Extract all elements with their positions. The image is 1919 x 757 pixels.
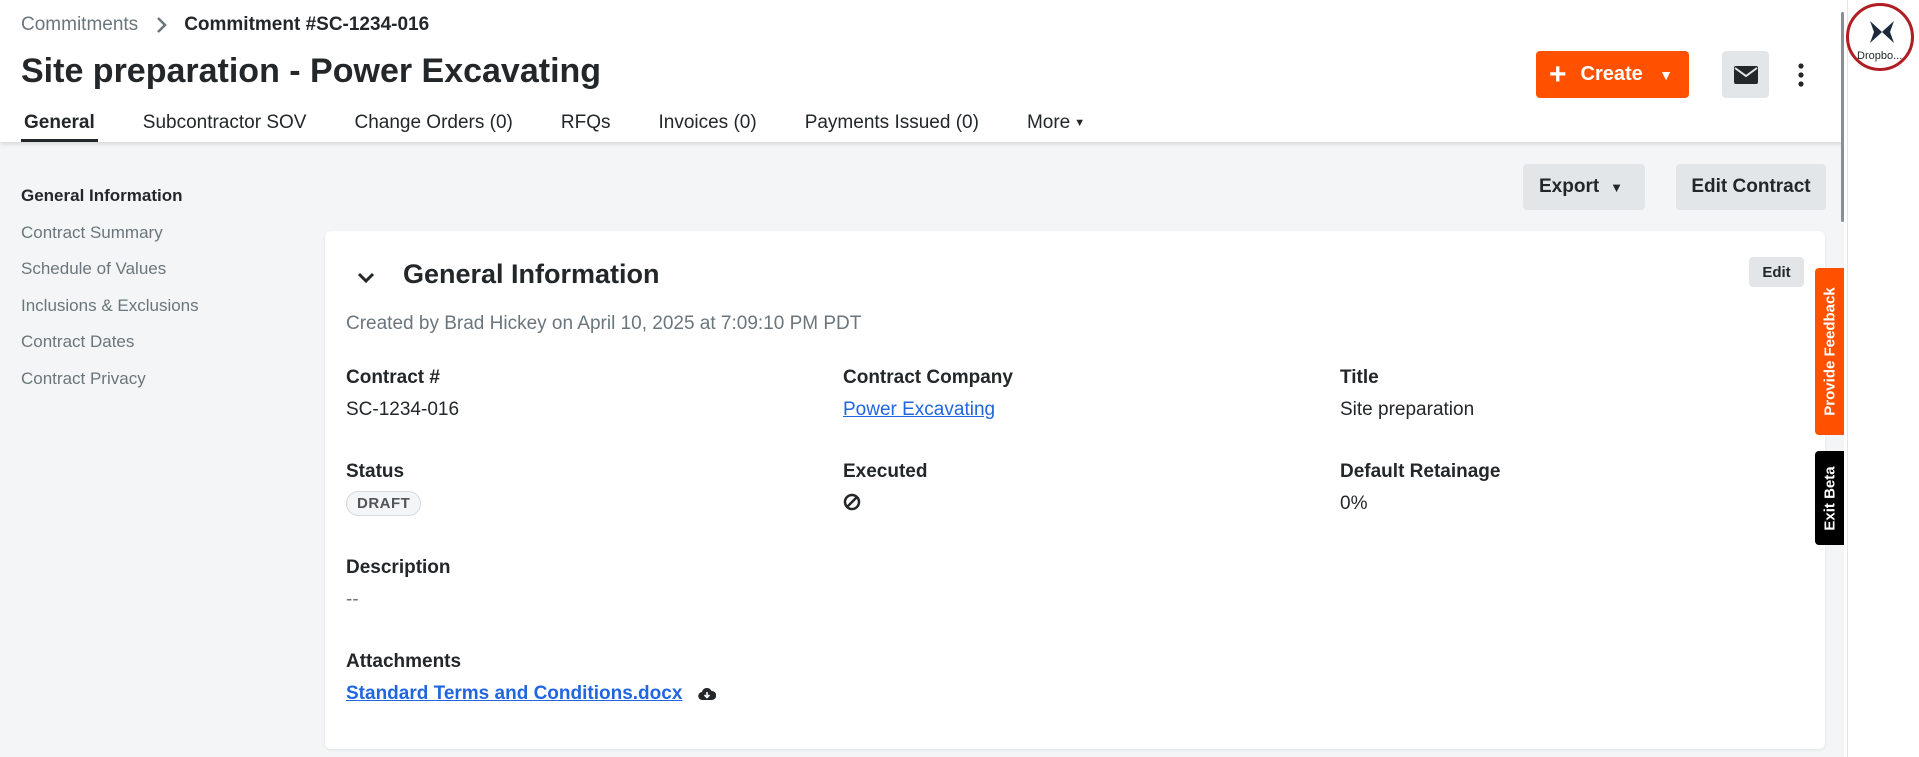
tab-payments-issued[interactable]: Payments Issued (0) [802,110,982,142]
dropbox-logo-icon [1870,21,1894,43]
sidebar-item-contract-dates[interactable]: Contract Dates [21,332,199,369]
title-field: Title Site preparation [1340,367,1474,421]
tab-subcontractor-sov[interactable]: Subcontractor SOV [140,110,310,142]
field-label: Contract Company [843,367,1013,388]
tab-more-label: More [1026,112,1071,133]
description-field: Description -- [346,557,451,611]
create-button-label: Create [1580,63,1643,85]
caret-down-icon: ▼ [1610,179,1623,195]
dropbox-extension-label: Dropbo... [1857,50,1903,62]
page-header: Commitments Commitment #SC-1234-016 Site… [0,0,1844,142]
contract-company-link[interactable]: Power Excavating [843,399,1013,421]
field-label: Title [1340,367,1379,388]
extension-panel [1847,0,1919,757]
breadcrumb-current: Commitment #SC-1234-016 [184,14,430,35]
breadcrumb-commitments-link[interactable]: Commitments [21,14,138,36]
created-by-text: Created by Brad Hickey on April 10, 2025… [346,313,862,334]
section-nav: General Information Contract Summary Sch… [21,186,199,405]
caret-down-icon: ▼ [1074,116,1086,129]
description-value: -- [346,589,359,610]
edit-contract-button[interactable]: Edit Contract [1676,164,1826,210]
tab-more[interactable]: More ▼ [1024,110,1088,142]
not-executed-icon [843,493,861,511]
sidebar-item-contract-privacy[interactable]: Contract Privacy [21,369,199,406]
create-button[interactable]: + Create ▼ [1536,51,1689,98]
edit-button[interactable]: Edit [1749,257,1804,287]
contract-number-value: SC-1234-016 [346,399,460,420]
sidebar-item-contract-summary[interactable]: Contract Summary [21,223,199,260]
contract-company-field: Contract Company Power Excavating [843,367,1013,421]
card-title: General Information [403,259,660,289]
field-label: Default Retainage [1340,461,1501,482]
title-value: Site preparation [1340,399,1475,420]
attachments-field: Attachments Standard Terms and Condition… [346,651,717,705]
exit-beta-tab[interactable]: Exit Beta [1815,451,1845,545]
tab-invoices[interactable]: Invoices (0) [655,110,759,142]
export-button[interactable]: Export ▼ [1523,164,1645,210]
page-title: Site preparation - Power Excavating [21,52,602,90]
plus-icon: + [1549,57,1567,91]
cloud-download-icon[interactable] [698,687,717,702]
retainage-value: 0% [1340,493,1368,514]
chevron-down-icon[interactable] [355,267,377,289]
field-label: Description [346,557,451,578]
sidebar-item-general-information[interactable]: General Information [21,186,199,223]
tab-general[interactable]: General [21,110,98,142]
scrollbar-thumb[interactable] [1841,12,1844,222]
sidebar-item-schedule-of-values[interactable]: Schedule of Values [21,259,199,296]
status-badge: DRAFT [346,491,422,516]
kebab-icon [1798,63,1804,87]
export-button-label: Export [1539,176,1600,197]
caret-down-icon: ▼ [1659,66,1673,83]
status-field: Status DRAFT [346,461,422,516]
executed-field: Executed [843,461,927,516]
app-root: Commitments Commitment #SC-1234-016 Site… [0,0,1845,757]
envelope-icon [1733,65,1758,84]
more-actions-button[interactable] [1790,56,1812,94]
feedback-label: Provide Feedback [1821,287,1839,416]
email-button[interactable] [1722,51,1769,98]
field-label: Contract # [346,367,440,388]
breadcrumb: Commitments Commitment #SC-1234-016 [21,14,429,36]
sidebar-item-inclusions-exclusions[interactable]: Inclusions & Exclusions [21,296,199,333]
attachment-link[interactable]: Standard Terms and Conditions.docx [346,683,682,705]
tab-rfqs[interactable]: RFQs [558,110,614,142]
contract-number-field: Contract # SC-1234-016 [346,367,459,421]
tab-change-orders[interactable]: Change Orders (0) [351,110,515,142]
field-label: Executed [843,461,928,482]
exit-beta-label: Exit Beta [1821,465,1839,531]
general-information-card: General Information Edit Created by Brad… [325,231,1825,749]
tab-bar: General Subcontractor SOV Change Orders … [21,110,1130,142]
field-label: Attachments [346,651,462,672]
chevron-right-icon [156,16,168,34]
provide-feedback-tab[interactable]: Provide Feedback [1815,268,1845,435]
attachment-row: Standard Terms and Conditions.docx [346,683,717,705]
field-label: Status [346,461,405,482]
default-retainage-field: Default Retainage 0% [1340,461,1500,515]
